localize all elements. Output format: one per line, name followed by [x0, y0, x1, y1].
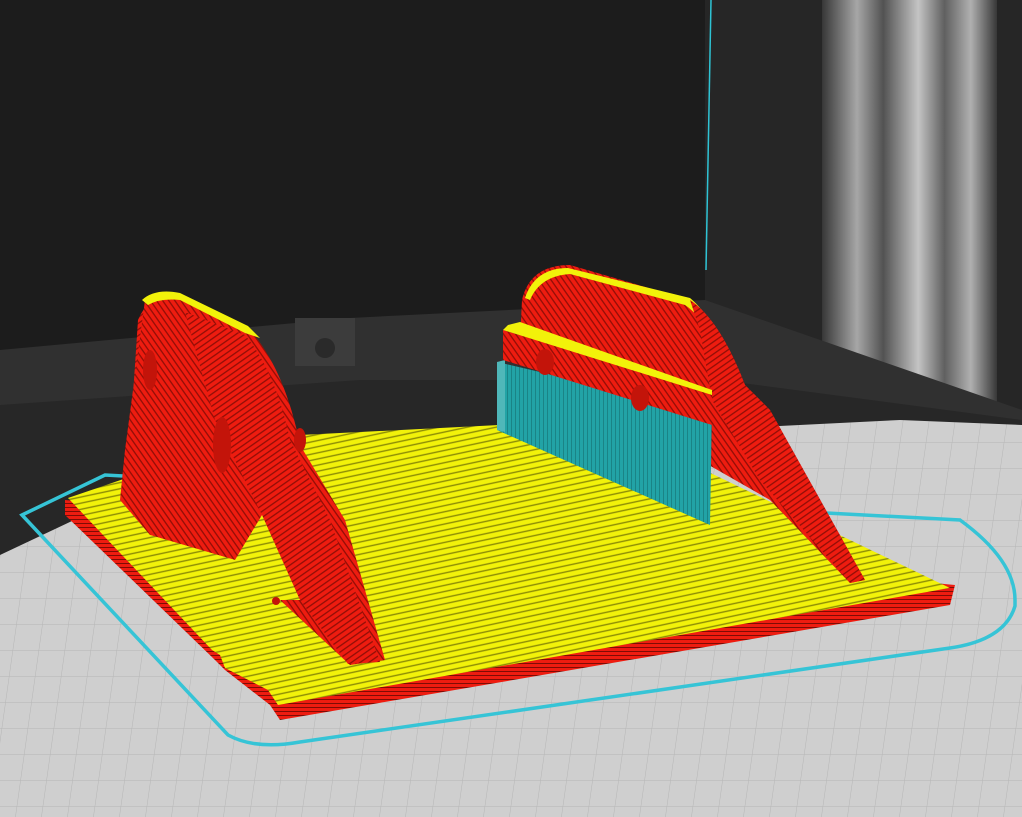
- light-panel: [822, 0, 997, 410]
- base-notch: [272, 597, 280, 605]
- 3d-viewport[interactable]: [0, 0, 1022, 817]
- frame-bracket-hole: [315, 338, 335, 358]
- crossbar-hole-2: [631, 385, 649, 411]
- left-upright-hole-2: [143, 350, 157, 390]
- slice-preview-scene[interactable]: [0, 0, 1022, 817]
- crossbar-hole-1: [536, 349, 554, 375]
- left-upright-hole-3: [294, 428, 306, 452]
- support-block-side: [497, 360, 505, 432]
- left-upright-hole-1: [213, 417, 231, 473]
